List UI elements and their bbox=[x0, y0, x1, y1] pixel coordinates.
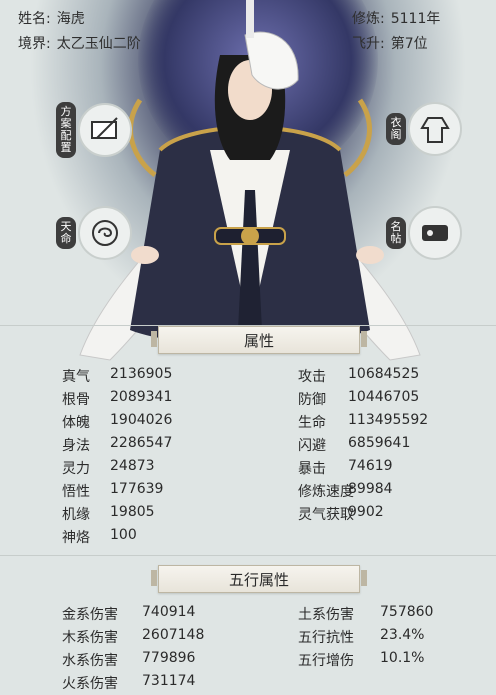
stat-row: 生命 113495592 bbox=[298, 412, 428, 432]
name-card-button[interactable]: 名帖 bbox=[386, 206, 462, 260]
stat-value: 2089341 bbox=[110, 389, 173, 405]
stat-label: 水系伤害 bbox=[62, 653, 118, 669]
stat-row: 土系伤害 757860 bbox=[298, 604, 433, 624]
cultivation-years: 修炼: 5111年 bbox=[352, 8, 440, 28]
stat-label: 根骨 bbox=[62, 392, 90, 408]
stat-value: 10446705 bbox=[348, 389, 420, 405]
player-name: 姓名: 海虎 bbox=[18, 8, 85, 28]
swirl-icon bbox=[78, 206, 132, 260]
stat-row: 灵气获取 9902 bbox=[298, 504, 384, 524]
ascend-label: 飞升: bbox=[352, 36, 385, 52]
stat-value: 10.1% bbox=[380, 650, 425, 666]
stat-label: 灵力 bbox=[62, 461, 90, 477]
stat-label: 土系伤害 bbox=[298, 607, 354, 623]
divider bbox=[0, 555, 496, 556]
stat-row: 火系伤害 731174 bbox=[62, 673, 195, 693]
stat-value: 24873 bbox=[110, 458, 155, 474]
stat-row: 灵力 24873 bbox=[62, 458, 155, 478]
stat-value: 74619 bbox=[348, 458, 393, 474]
destiny-button[interactable]: 天命 bbox=[56, 206, 132, 260]
stat-row: 闪避 6859641 bbox=[298, 435, 410, 455]
character-figure bbox=[79, 0, 421, 361]
name-label: 姓名: bbox=[18, 11, 51, 27]
stat-row: 机缘 19805 bbox=[62, 504, 155, 524]
character-artwork bbox=[0, 0, 496, 370]
wardrobe-button[interactable]: 衣阁 bbox=[386, 102, 462, 156]
stat-row: 身法 2286547 bbox=[62, 435, 172, 455]
stat-row: 攻击 10684525 bbox=[298, 366, 419, 386]
wardrobe-label: 衣阁 bbox=[386, 113, 406, 145]
stat-row: 体魄 1904026 bbox=[62, 412, 172, 432]
stat-label: 五行抗性 bbox=[298, 630, 354, 646]
stat-value: 19805 bbox=[110, 504, 155, 520]
elements-title: 五行属性 bbox=[151, 565, 367, 593]
stat-row: 神烙 100 bbox=[62, 527, 137, 547]
stat-row: 防御 10446705 bbox=[298, 389, 419, 409]
realm-value: 太乙玉仙二阶 bbox=[56, 36, 141, 52]
stat-label: 火系伤害 bbox=[62, 676, 118, 692]
stat-row: 木系伤害 2607148 bbox=[62, 627, 204, 647]
stat-label: 闪避 bbox=[298, 438, 326, 454]
stat-row: 水系伤害 779896 bbox=[62, 650, 195, 670]
stat-value: 6859641 bbox=[348, 435, 411, 451]
stat-value: 2286547 bbox=[110, 435, 173, 451]
stat-label: 防御 bbox=[298, 392, 326, 408]
name-value: 海虎 bbox=[56, 11, 85, 27]
stat-row: 根骨 2089341 bbox=[62, 389, 172, 409]
stat-value: 740914 bbox=[142, 604, 196, 620]
stat-value: 2136905 bbox=[110, 366, 173, 382]
stat-value: 779896 bbox=[142, 650, 196, 666]
stat-label: 悟性 bbox=[62, 484, 90, 500]
stat-label: 木系伤害 bbox=[62, 630, 118, 646]
stat-row: 金系伤害 740914 bbox=[62, 604, 195, 624]
stat-label: 修炼速度 bbox=[298, 484, 354, 500]
stat-row: 五行抗性 23.4% bbox=[298, 627, 424, 647]
stat-label: 身法 bbox=[62, 438, 90, 454]
stat-label: 真气 bbox=[62, 369, 90, 385]
elements-title-text: 五行属性 bbox=[228, 570, 289, 589]
stat-value: 100 bbox=[110, 527, 137, 543]
stat-value: 23.4% bbox=[380, 627, 425, 643]
name-card-label: 名帖 bbox=[386, 217, 406, 249]
stat-row: 五行增伤 10.1% bbox=[298, 650, 424, 670]
stat-value: 9902 bbox=[348, 504, 384, 520]
stat-value: 89984 bbox=[348, 481, 393, 497]
stat-row: 真气 2136905 bbox=[62, 366, 172, 386]
scroll-brush-icon bbox=[78, 103, 132, 157]
stat-row: 修炼速度 89984 bbox=[298, 481, 393, 501]
card-icon bbox=[408, 206, 462, 260]
stat-label: 机缘 bbox=[62, 507, 90, 523]
stat-label: 生命 bbox=[298, 415, 326, 431]
stat-label: 金系伤害 bbox=[62, 607, 118, 623]
stat-value: 757860 bbox=[380, 604, 434, 620]
ascend-value: 第7位 bbox=[390, 36, 428, 52]
loadout-config-label: 方案配置 bbox=[56, 102, 76, 158]
player-realm: 境界: 太乙玉仙二阶 bbox=[18, 33, 141, 53]
realm-label: 境界: bbox=[18, 36, 51, 52]
cultivation-label: 修炼: bbox=[352, 11, 385, 27]
destiny-label: 天命 bbox=[56, 217, 76, 249]
stat-value: 10684525 bbox=[348, 366, 420, 382]
stat-value: 177639 bbox=[110, 481, 164, 497]
stat-label: 灵气获取 bbox=[298, 507, 354, 523]
attributes-title-text: 属性 bbox=[243, 331, 274, 350]
stat-row: 暴击 74619 bbox=[298, 458, 393, 478]
stat-value: 2607148 bbox=[142, 627, 205, 643]
stat-label: 攻击 bbox=[298, 369, 326, 385]
loadout-config-button[interactable]: 方案配置 bbox=[56, 102, 132, 158]
robe-icon bbox=[408, 102, 462, 156]
stat-label: 暴击 bbox=[298, 461, 326, 477]
stat-label: 体魄 bbox=[62, 415, 90, 431]
ascension-rank: 飞升: 第7位 bbox=[352, 33, 428, 53]
attributes-title: 属性 bbox=[151, 326, 367, 354]
stat-value: 1904026 bbox=[110, 412, 173, 428]
stat-value: 731174 bbox=[142, 673, 196, 689]
stat-value: 113495592 bbox=[348, 412, 429, 428]
stat-label: 神烙 bbox=[62, 530, 90, 546]
stat-row: 悟性 177639 bbox=[62, 481, 163, 501]
stat-label: 五行增伤 bbox=[298, 653, 354, 669]
cultivation-value: 5111年 bbox=[390, 11, 441, 27]
